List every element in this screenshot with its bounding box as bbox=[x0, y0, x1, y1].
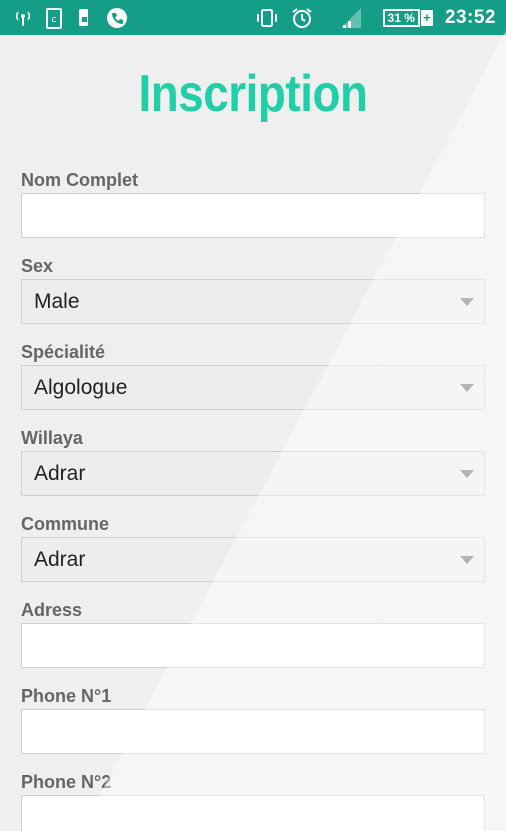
vibrate-icon bbox=[255, 8, 279, 28]
commune-selected-value: Adrar bbox=[34, 547, 86, 571]
battery-level: 31 % bbox=[382, 8, 420, 27]
alarm-icon bbox=[291, 7, 313, 29]
commune-select[interactable]: Adrar bbox=[21, 537, 485, 582]
battery-charging-indicator: + bbox=[420, 9, 433, 26]
status-left: c bbox=[0, 7, 128, 29]
phone2-input[interactable] bbox=[21, 795, 485, 831]
phone1-input[interactable] bbox=[21, 709, 485, 754]
phone2-label: Phone N°2 bbox=[21, 772, 112, 792]
antenna-icon bbox=[14, 9, 32, 27]
willaya-selected-value: Adrar bbox=[34, 461, 86, 485]
specialite-select[interactable]: Algologue bbox=[21, 365, 485, 410]
status-time: 23:52 bbox=[444, 6, 496, 28]
field-commune: Commune Adrar bbox=[21, 512, 485, 598]
specialite-label: Spécialité bbox=[21, 342, 106, 362]
phone-call-icon bbox=[106, 7, 128, 29]
sex-selected-value: Male bbox=[34, 289, 80, 313]
battery-icon: 31 % + bbox=[382, 8, 433, 27]
signal-icon bbox=[339, 7, 363, 29]
commune-label: Commune bbox=[21, 514, 110, 534]
dropdown-arrow-icon bbox=[460, 298, 474, 306]
adress-input[interactable] bbox=[21, 623, 485, 668]
field-specialite: Spécialité Algologue bbox=[21, 340, 485, 426]
willaya-label: Willaya bbox=[21, 428, 83, 448]
nom-complet-label: Nom Complet bbox=[21, 170, 138, 190]
field-nom-complet: Nom Complet bbox=[21, 168, 485, 254]
sex-select[interactable]: Male bbox=[21, 279, 485, 324]
dropdown-arrow-icon bbox=[460, 556, 474, 564]
status-bar: c 31 % + 23:52 bbox=[0, 0, 506, 35]
dropdown-arrow-icon bbox=[460, 384, 474, 392]
field-phone1: Phone N°1 bbox=[21, 684, 485, 770]
svg-text:c: c bbox=[52, 15, 57, 25]
field-sex: Sex Male bbox=[21, 254, 485, 340]
specialite-selected-value: Algologue bbox=[34, 375, 128, 399]
page-title: Inscription bbox=[138, 65, 368, 123]
phone-lock-icon bbox=[76, 8, 92, 28]
dropdown-arrow-icon bbox=[460, 470, 474, 478]
adress-label: Adress bbox=[21, 600, 83, 620]
nom-complet-input[interactable] bbox=[21, 193, 485, 238]
status-right: 31 % + 23:52 bbox=[255, 7, 506, 29]
registration-form: Nom Complet Sex Male Spécialité Algologu… bbox=[21, 168, 485, 831]
field-willaya: Willaya Adrar bbox=[21, 426, 485, 512]
phone1-label: Phone N°1 bbox=[21, 686, 112, 706]
field-adress: Adress bbox=[21, 598, 485, 684]
sex-label: Sex bbox=[21, 256, 54, 276]
field-phone2: Phone N°2 bbox=[21, 770, 485, 831]
screen: c 31 % + 23:52 Inscription Nom Complet S… bbox=[0, 0, 506, 831]
clipboard-icon: c bbox=[46, 7, 62, 29]
willaya-select[interactable]: Adrar bbox=[21, 451, 485, 496]
